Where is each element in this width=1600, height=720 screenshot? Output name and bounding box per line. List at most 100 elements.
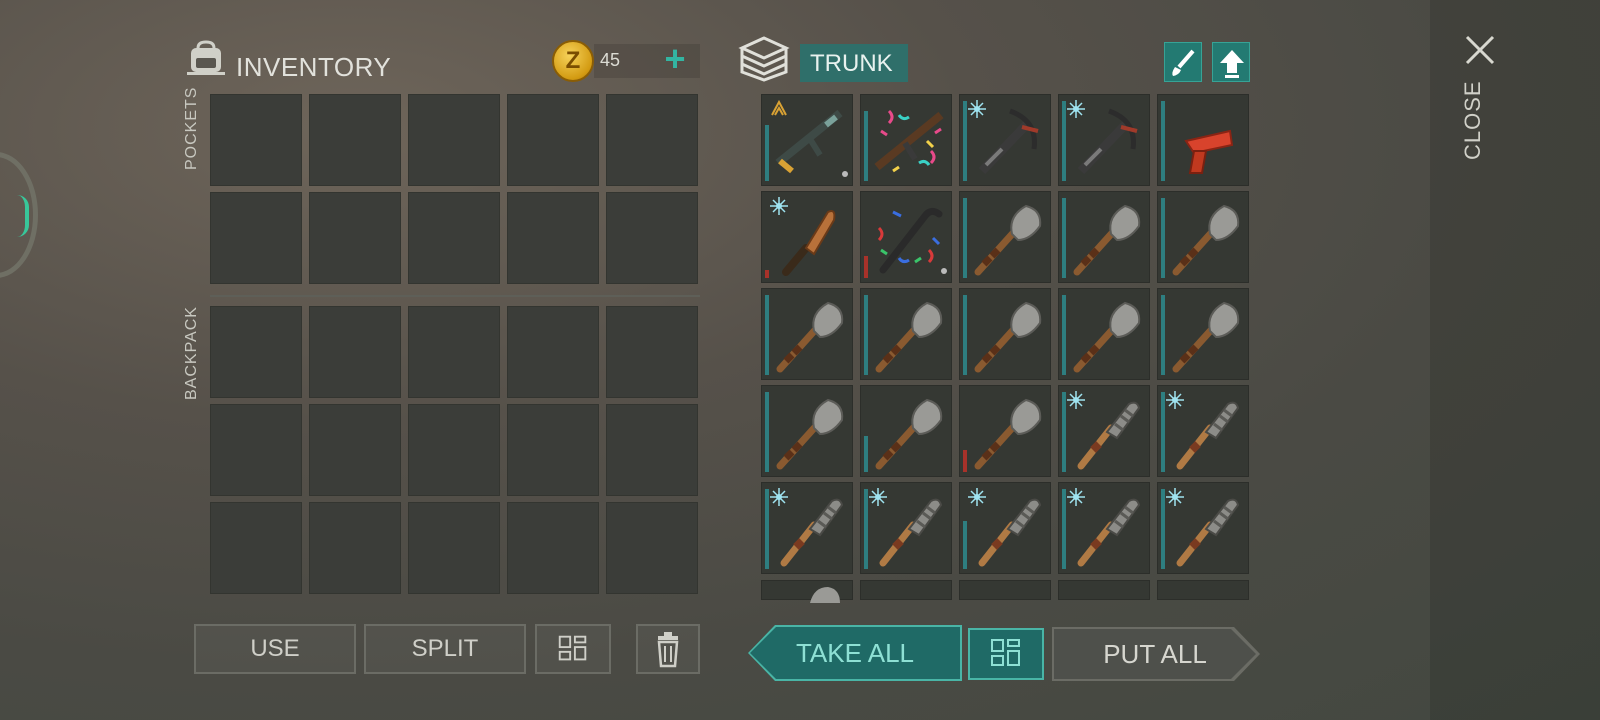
trunk-slot-club[interactable]	[1157, 482, 1249, 574]
trunk-slot-partial[interactable]	[959, 580, 1051, 600]
backpack-icon	[187, 40, 225, 75]
trunk-slot-club[interactable]	[959, 482, 1051, 574]
durability-bar	[1161, 101, 1165, 181]
shovel-icon	[810, 587, 840, 603]
backpack-slot[interactable]	[606, 404, 698, 496]
close-icon[interactable]	[1462, 32, 1498, 68]
frost-badge-icon	[1066, 99, 1086, 119]
pocket-slot[interactable]	[606, 94, 698, 186]
backpack-slot[interactable]	[408, 502, 500, 594]
shovel-icon	[776, 398, 844, 470]
trunk-slot-shovel[interactable]	[1058, 191, 1150, 283]
trunk-slot-crossbow[interactable]	[959, 94, 1051, 186]
trunk-slot-club[interactable]	[860, 482, 952, 574]
trunk-slot-rifle[interactable]	[761, 94, 853, 186]
trunk-slot-shovel[interactable]	[860, 385, 952, 477]
pocket-slot[interactable]	[210, 94, 302, 186]
trunk-slot-shovel[interactable]	[959, 191, 1051, 283]
trunk-slot-partial[interactable]	[1058, 580, 1150, 600]
backpack-slot[interactable]	[606, 306, 698, 398]
pocket-slot[interactable]	[210, 192, 302, 284]
close-label[interactable]: CLOSE	[1460, 80, 1486, 160]
shovel-icon	[875, 398, 943, 470]
flare-gun-icon	[1184, 129, 1234, 174]
trunk-slot-shovel[interactable]	[1157, 288, 1249, 380]
shovel-icon	[1073, 204, 1141, 276]
split-button[interactable]: SPLIT	[364, 624, 526, 674]
hud-status-ring[interactable]	[0, 152, 38, 278]
trunk-sort-button[interactable]	[968, 628, 1044, 680]
paint-button[interactable]	[1164, 42, 1202, 82]
grid-sort-icon	[991, 639, 1020, 666]
trunk-slot-shovel[interactable]	[1157, 191, 1249, 283]
durability-bar	[864, 256, 868, 278]
trunk-slot-shovel[interactable]	[959, 288, 1051, 380]
trunk-slot-crossbow[interactable]	[1058, 94, 1150, 186]
put-all-button[interactable]: PUT ALL	[1054, 629, 1256, 679]
trunk-slot-club[interactable]	[1058, 385, 1150, 477]
take-all-button[interactable]: TAKE ALL	[750, 627, 960, 679]
pocket-slot[interactable]	[606, 192, 698, 284]
shovel-icon	[875, 301, 943, 373]
backpack-slot[interactable]	[507, 404, 599, 496]
trunk-slot-partial[interactable]	[860, 580, 952, 600]
pockets-label: POCKETS	[183, 86, 200, 170]
shovel-icon	[974, 398, 1042, 470]
pocket-slot[interactable]	[507, 192, 599, 284]
use-button[interactable]: USE	[194, 624, 356, 674]
backpack-slot[interactable]	[408, 306, 500, 398]
durability-bar	[1161, 295, 1165, 375]
backpack-slot[interactable]	[507, 502, 599, 594]
trunk-slot-crowbar-confetti[interactable]	[860, 191, 952, 283]
trunk-slot-flare-gun[interactable]	[1157, 94, 1249, 186]
shovel-icon	[776, 301, 844, 373]
shovel-icon	[1172, 301, 1240, 373]
trunk-title: TRUNK	[800, 44, 908, 82]
backpack-slot[interactable]	[309, 502, 401, 594]
pocket-slot[interactable]	[408, 192, 500, 284]
trash-button[interactable]	[636, 624, 700, 674]
ak-confetti-icon	[874, 109, 944, 173]
trunk-slot-shovel[interactable]	[761, 385, 853, 477]
trunk-slot-partial[interactable]	[1157, 580, 1249, 600]
plus-icon: +	[664, 38, 686, 79]
sort-button[interactable]	[535, 624, 611, 674]
backpack-slot[interactable]	[210, 306, 302, 398]
backpack-slot[interactable]	[309, 404, 401, 496]
pocket-slot[interactable]	[507, 94, 599, 186]
trunk-slot-shovel[interactable]	[959, 385, 1051, 477]
trunk-slot-shovel[interactable]	[761, 288, 853, 380]
trunk-icon	[738, 36, 790, 82]
upload-arrow-icon	[1220, 50, 1244, 78]
durability-bar	[963, 450, 967, 472]
durability-bar	[963, 521, 967, 569]
pocket-slot[interactable]	[408, 94, 500, 186]
durability-bar	[864, 295, 868, 375]
backpack-slot[interactable]	[507, 306, 599, 398]
right-shade	[1430, 0, 1600, 720]
rank-badge-icon	[769, 99, 789, 119]
backpack-slot[interactable]	[210, 404, 302, 496]
trunk-slot-shovel[interactable]	[1058, 288, 1150, 380]
frost-badge-icon	[1165, 390, 1185, 410]
backpack-slot[interactable]	[408, 404, 500, 496]
status-dot	[842, 171, 848, 177]
durability-bar	[864, 436, 868, 472]
durability-bar	[1062, 295, 1066, 375]
backpack-slot[interactable]	[309, 306, 401, 398]
backpack-slot[interactable]	[210, 502, 302, 594]
shovel-icon	[1073, 301, 1141, 373]
backpack-slot[interactable]	[606, 502, 698, 594]
add-coins-button[interactable]: +	[660, 41, 690, 78]
trunk-slot-machete[interactable]	[761, 191, 853, 283]
trunk-slot-shovel[interactable]	[860, 288, 952, 380]
pocket-slot[interactable]	[309, 192, 401, 284]
trunk-slot-club[interactable]	[1058, 482, 1150, 574]
upload-button[interactable]	[1212, 42, 1250, 82]
durability-bar	[1161, 198, 1165, 278]
trunk-slot-club[interactable]	[1157, 385, 1249, 477]
trunk-slot-ak-confetti[interactable]	[860, 94, 952, 186]
trunk-slot-club[interactable]	[761, 482, 853, 574]
pocket-slot[interactable]	[309, 94, 401, 186]
trunk-slot-partial[interactable]	[761, 580, 853, 603]
